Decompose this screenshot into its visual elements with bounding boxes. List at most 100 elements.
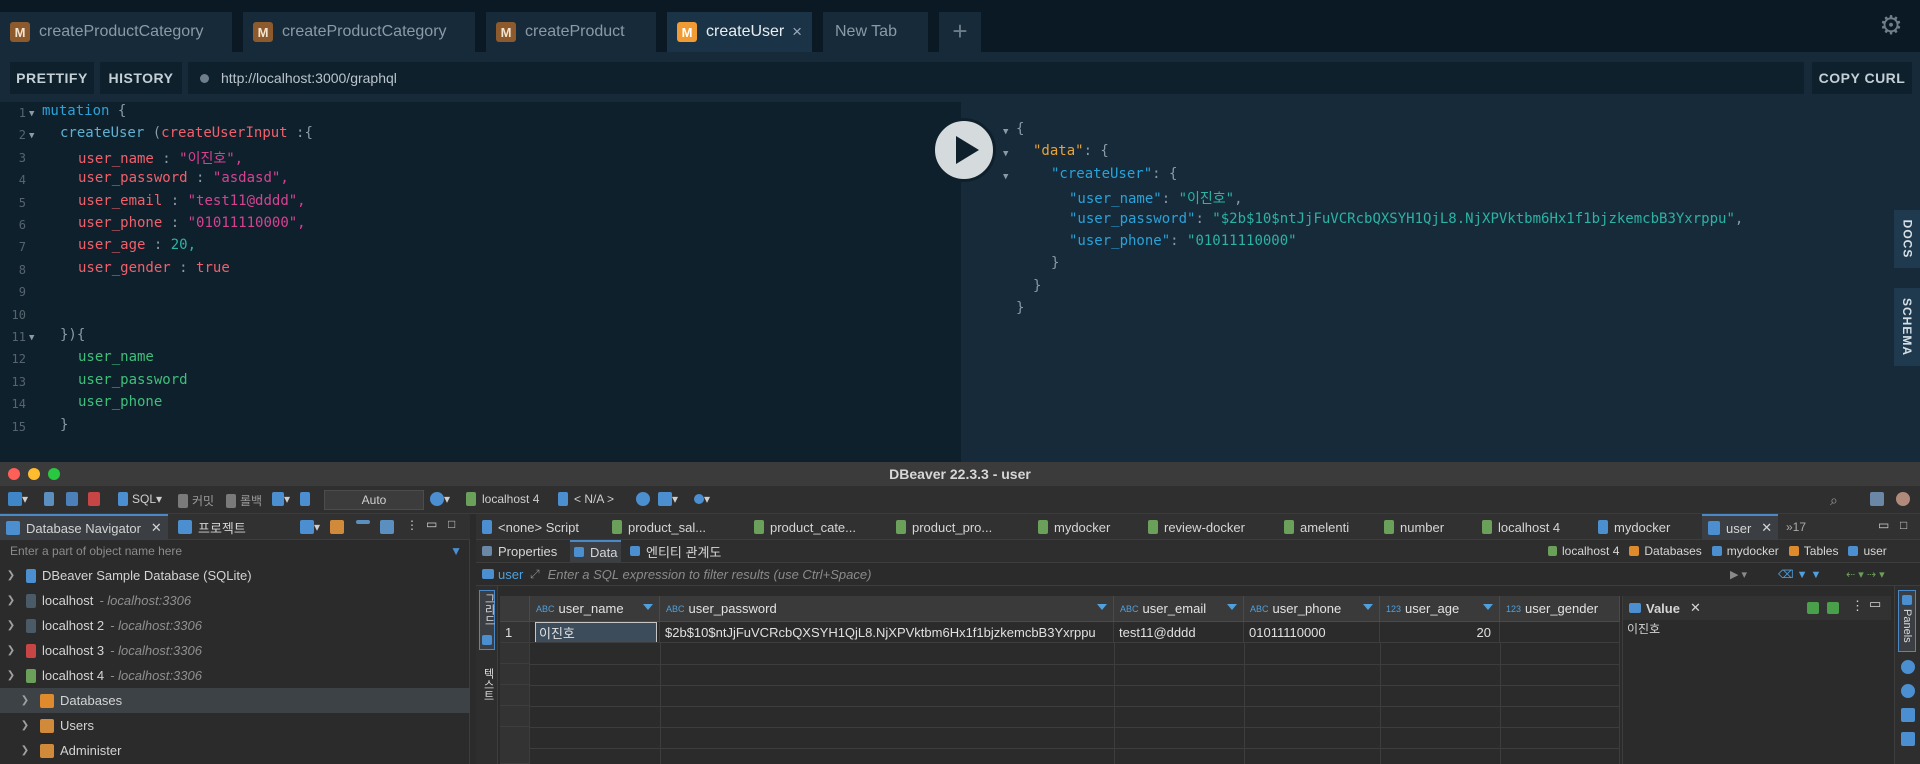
- active-schema-selector[interactable]: < N/A >: [558, 492, 614, 506]
- tools-icon[interactable]: ▾: [658, 492, 678, 506]
- editor-tab-product-sales[interactable]: product_sal...: [612, 514, 706, 540]
- breadcrumb-tables[interactable]: Tables: [1804, 544, 1839, 558]
- chevron-right-icon[interactable]: ❯: [18, 745, 32, 756]
- row-number[interactable]: 1: [500, 622, 530, 643]
- chevron-down-icon[interactable]: ❯: [4, 670, 18, 681]
- connect-icon[interactable]: [44, 492, 54, 506]
- table-cell[interactable]: 이진호: [530, 622, 660, 643]
- minimize-panel-icon[interactable]: ▭: [1869, 596, 1881, 612]
- column-header-user-gender[interactable]: 123 user_gender: [1500, 596, 1620, 622]
- tab-projects[interactable]: 프로젝트: [172, 514, 282, 540]
- minimize-window-icon[interactable]: [28, 468, 40, 480]
- view-menu-icon[interactable]: ⋮: [406, 518, 418, 532]
- tab-database-navigator[interactable]: Database Navigator ✕: [0, 514, 168, 540]
- fold-arrow-icon[interactable]: ▼: [1003, 127, 1008, 137]
- tree-item-users[interactable]: ❯ Users: [0, 713, 470, 738]
- tab-create-product-category-1[interactable]: M createProductCategory: [0, 12, 232, 52]
- active-connection-selector[interactable]: localhost 4: [466, 492, 539, 506]
- dashboard-icon[interactable]: [636, 492, 650, 506]
- text-view-button[interactable]: 텍스트: [479, 666, 495, 726]
- close-icon[interactable]: ✕: [151, 520, 162, 536]
- disconnect-icon[interactable]: [88, 492, 100, 506]
- close-icon[interactable]: ×: [792, 22, 802, 42]
- fold-arrow-icon[interactable]: ▼: [29, 109, 34, 119]
- chevron-right-icon[interactable]: ❯: [4, 595, 18, 606]
- commit-button[interactable]: 커밋: [178, 492, 214, 509]
- value-content[interactable]: 이진호: [1627, 620, 1660, 637]
- navigator-connect-icon[interactable]: ▾: [300, 520, 320, 534]
- column-header-user-age[interactable]: 123 user_age: [1380, 596, 1500, 622]
- history-icon[interactable]: ▾: [430, 492, 450, 506]
- tab-create-user[interactable]: M createUser ×: [667, 12, 812, 52]
- column-header-user-name[interactable]: ABC user_name: [530, 596, 660, 622]
- prettify-button[interactable]: PRETTIFY: [10, 62, 94, 94]
- subtab-data[interactable]: Data: [570, 540, 622, 562]
- copy-curl-button[interactable]: COPY CURL: [1812, 62, 1912, 94]
- breadcrumb-connection[interactable]: localhost 4: [1562, 544, 1619, 558]
- column-header-user-password[interactable]: ABC user_password: [660, 596, 1114, 622]
- sort-arrow-icon[interactable]: [1097, 604, 1107, 610]
- close-icon[interactable]: ✕: [1690, 600, 1701, 616]
- chevron-right-icon[interactable]: ❯: [4, 645, 18, 656]
- subtab-er-diagram[interactable]: 엔티티 관계도: [630, 540, 721, 562]
- execute-query-button[interactable]: [932, 118, 996, 182]
- filter-expression-input[interactable]: Enter a SQL expression to filter results…: [548, 567, 872, 582]
- sql-editor-button[interactable]: SQL ▾: [118, 492, 162, 506]
- breadcrumb-schema[interactable]: mydocker: [1727, 544, 1779, 558]
- sort-arrow-icon[interactable]: [1363, 604, 1373, 610]
- fold-arrow-icon[interactable]: ▼: [29, 131, 34, 141]
- tree-item-localhost[interactable]: ❯ localhost - localhost:3306: [0, 588, 470, 613]
- minimize-panel-icon[interactable]: ▭: [426, 517, 437, 531]
- docs-side-tab[interactable]: DOCS: [1894, 210, 1920, 268]
- tab-create-product-category-2[interactable]: M createProductCategory: [243, 12, 475, 52]
- lock-icon[interactable]: [300, 492, 310, 506]
- tree-item-localhost-2[interactable]: ❯ localhost 2 - localhost:3306: [0, 613, 470, 638]
- rollback-button[interactable]: 롤백: [226, 492, 262, 509]
- tab-create-product[interactable]: M createProduct: [486, 12, 656, 52]
- fold-arrow-icon[interactable]: ▼: [29, 333, 34, 343]
- tree-item-administer[interactable]: ❯ Administer: [0, 738, 470, 763]
- save-icon[interactable]: [1807, 602, 1819, 614]
- editor-tab-localhost-4[interactable]: localhost 4: [1482, 514, 1560, 540]
- tree-item-sample-db[interactable]: ❯ DBeaver Sample Database (SQLite): [0, 563, 470, 588]
- table-cell[interactable]: test11@dddd: [1114, 622, 1244, 643]
- schema-side-tab[interactable]: SCHEMA: [1894, 288, 1920, 366]
- editor-tab-mydocker[interactable]: mydocker: [1038, 514, 1110, 540]
- grid-view-button[interactable]: 그리드: [479, 590, 495, 650]
- transaction-mode-icon[interactable]: ▾: [272, 492, 290, 506]
- calc-icon[interactable]: [1901, 708, 1915, 722]
- editor-tab-user[interactable]: user ✕: [1702, 514, 1778, 540]
- editor-tab-mydocker-db[interactable]: mydocker: [1598, 514, 1670, 540]
- breadcrumb-table[interactable]: user: [1863, 544, 1886, 558]
- avatar[interactable]: [1896, 492, 1910, 506]
- editor-tab-product-category[interactable]: product_cate...: [754, 514, 856, 540]
- query-editor[interactable]: 1 2 3 4 5 6 7 8 9 10 11 12 13 14 15 ▼ ▼ …: [0, 102, 961, 462]
- table-cell[interactable]: 20: [1380, 622, 1500, 643]
- result-viewer[interactable]: ▼ ▼ ▼ { "data": { "createUser": { "user_…: [961, 102, 1920, 462]
- apply-filter-icon[interactable]: ▶ ▾: [1730, 568, 1747, 581]
- more-tabs-button[interactable]: »17: [1786, 514, 1806, 540]
- editor-tab-product-pro[interactable]: product_pro...: [896, 514, 992, 540]
- filter-tools-icon[interactable]: ⌫ ▼ ▼: [1778, 568, 1821, 581]
- transaction-mode-combo[interactable]: Auto: [324, 490, 424, 510]
- new-connection-icon[interactable]: ▾: [8, 492, 28, 506]
- chevron-right-icon[interactable]: ❯: [18, 695, 32, 706]
- table-cell[interactable]: 01011110000: [1244, 622, 1380, 643]
- new-folder-icon[interactable]: [330, 520, 344, 534]
- sort-arrow-icon[interactable]: [1483, 604, 1493, 610]
- link-editor-icon[interactable]: [380, 520, 394, 534]
- tree-item-localhost-3[interactable]: ❯ localhost 3 - localhost:3306: [0, 638, 470, 663]
- subtab-properties[interactable]: Properties: [482, 540, 557, 562]
- invalidate-icon[interactable]: [66, 492, 78, 506]
- close-icon[interactable]: ✕: [1761, 520, 1772, 536]
- editor-tab-script[interactable]: <none> Script: [482, 514, 579, 540]
- editor-tab-review-docker[interactable]: review-docker: [1148, 514, 1245, 540]
- fold-arrow-icon[interactable]: ▼: [1003, 172, 1008, 182]
- maximize-panel-icon[interactable]: □: [448, 517, 455, 531]
- navigation-arrows-icon[interactable]: ⇠ ▾ ⇢ ▾: [1846, 568, 1885, 581]
- panels-toggle[interactable]: Panels: [1898, 590, 1916, 652]
- column-header-user-email[interactable]: ABC user_email: [1114, 596, 1244, 622]
- references-icon[interactable]: [1901, 732, 1915, 746]
- search-icon[interactable]: ⌕: [1830, 492, 1838, 509]
- close-window-icon[interactable]: [8, 468, 20, 480]
